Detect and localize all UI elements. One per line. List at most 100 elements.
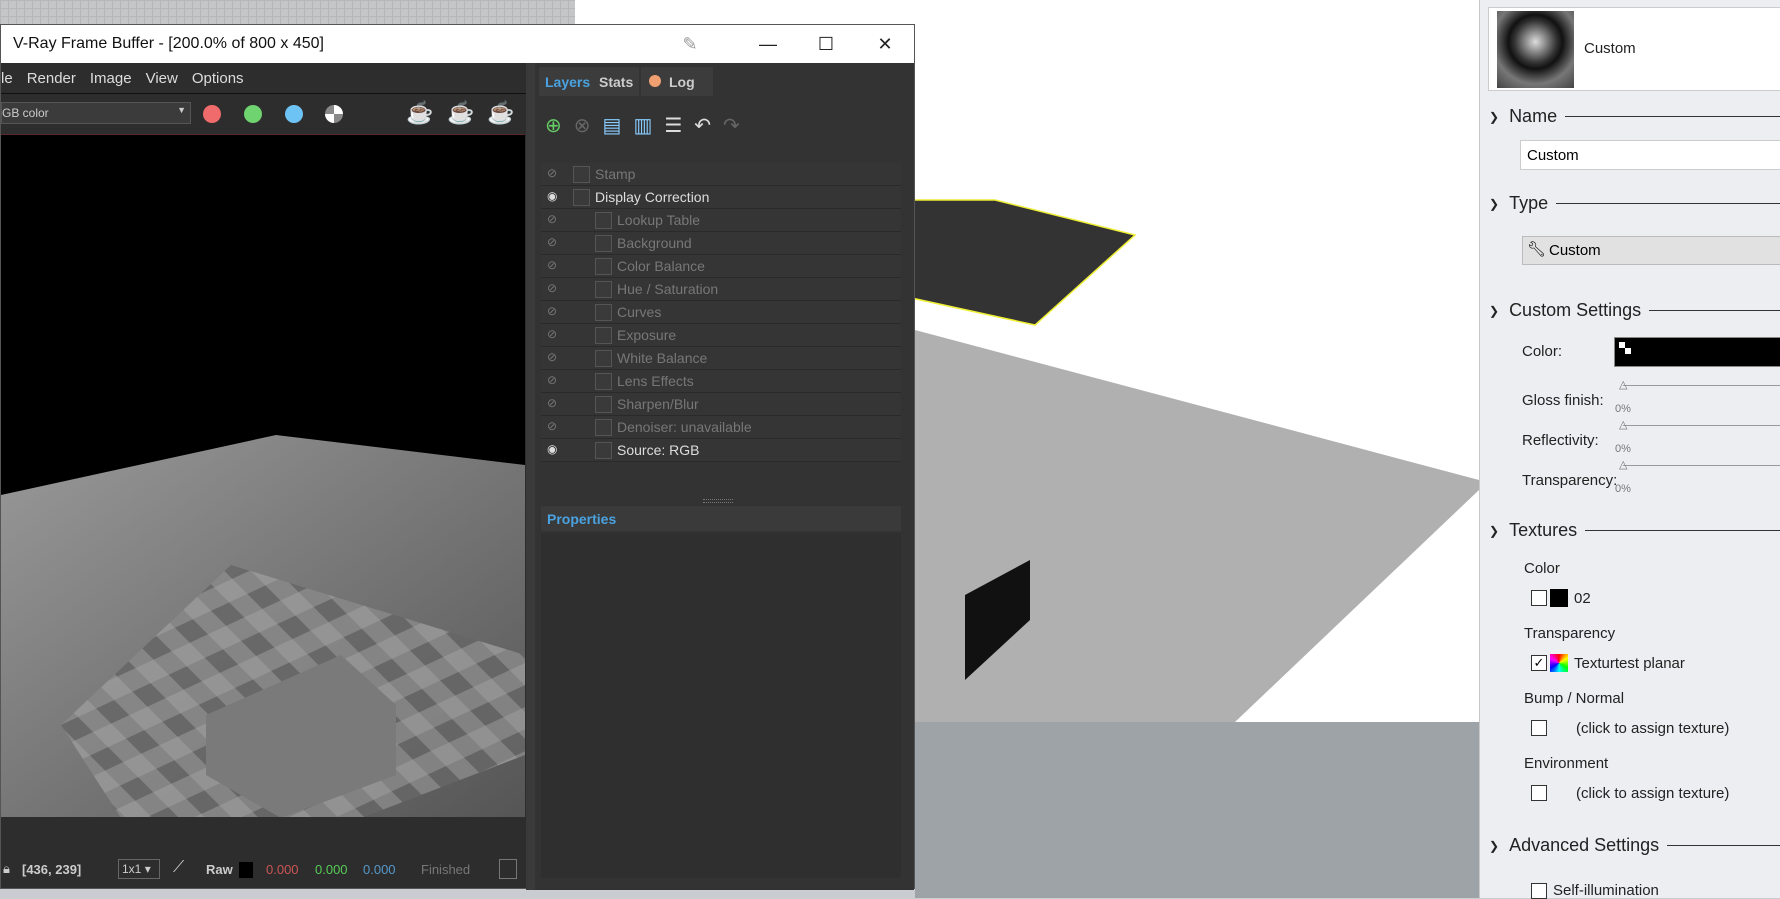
- layer-row[interactable]: ⊘ Background: [541, 232, 901, 255]
- texture-color-name[interactable]: 02: [1574, 590, 1591, 607]
- layer-row[interactable]: ⊘ Stamp: [541, 163, 901, 186]
- layer-row[interactable]: ⊘ Color Balance: [541, 255, 901, 278]
- textures-header[interactable]: ❯ Textures: [1489, 520, 1780, 541]
- stop-render-teapot-icon[interactable]: ☕: [447, 100, 474, 126]
- save-layers-icon[interactable]: ▤: [603, 113, 622, 138]
- advanced-settings-label: Advanced Settings: [1509, 835, 1660, 855]
- layer-row[interactable]: ⊘ Lens Effects: [541, 370, 901, 393]
- channel-select[interactable]: GB color ▼: [1, 102, 191, 124]
- layer-row[interactable]: ⊘ White Balance: [541, 347, 901, 370]
- eye-off-icon[interactable]: ⊘: [547, 396, 557, 410]
- menu-view[interactable]: View: [146, 70, 178, 87]
- eye-off-icon[interactable]: ⊘: [547, 350, 557, 364]
- panel-splitter[interactable]: [526, 63, 535, 890]
- chevron-down-icon: ❯: [1489, 838, 1500, 853]
- green-channel-button[interactable]: [244, 105, 262, 123]
- color-swatch[interactable]: [1614, 337, 1780, 367]
- gloss-label: Gloss finish:: [1522, 392, 1604, 409]
- sampling-select[interactable]: 1x1 ▾: [118, 859, 160, 879]
- layers-splitter-handle[interactable]: [703, 499, 733, 503]
- layer-row[interactable]: ◉ Display Correction: [541, 186, 901, 209]
- eye-off-icon[interactable]: ⊘: [547, 235, 557, 249]
- transparency-slider[interactable]: [1623, 465, 1780, 466]
- bump-assign-link[interactable]: (click to assign texture): [1576, 720, 1729, 737]
- texture-transparency-name[interactable]: Texturtest planar: [1574, 655, 1685, 672]
- environment-assign-link[interactable]: (click to assign texture): [1576, 785, 1729, 802]
- tab-layers[interactable]: Layers: [539, 67, 597, 96]
- eye-off-icon[interactable]: ⊘: [547, 419, 557, 433]
- menu-image[interactable]: Image: [90, 70, 132, 87]
- minimize-button[interactable]: —: [739, 25, 797, 63]
- render-teapot-icon[interactable]: ☕: [406, 100, 433, 126]
- eye-icon[interactable]: ◉: [547, 189, 557, 203]
- self-illumination-checkbox[interactable]: [1531, 883, 1547, 899]
- transparency-label: Transparency:: [1522, 472, 1618, 489]
- layer-row[interactable]: ◉ Source: RGB: [541, 439, 901, 462]
- advanced-settings-header[interactable]: ❯ Advanced Settings: [1489, 835, 1780, 856]
- eye-off-icon[interactable]: ⊘: [547, 281, 557, 295]
- redo-icon[interactable]: ↷: [723, 113, 740, 138]
- layer-type-icon: [595, 304, 612, 321]
- title-bar[interactable]: V-Ray Frame Buffer - [200.0% of 800 x 45…: [1, 25, 914, 63]
- viewport-lower-area: [915, 722, 1479, 898]
- material-type-select[interactable]: 🔧︎ Custom: [1522, 236, 1780, 265]
- load-layers-icon[interactable]: ▥: [633, 113, 652, 138]
- texture-color-swatch[interactable]: [1550, 589, 1568, 607]
- eye-off-icon[interactable]: ⊘: [547, 327, 557, 341]
- gloss-slider[interactable]: [1623, 385, 1780, 386]
- bump-checkbox[interactable]: [1531, 720, 1547, 736]
- close-button[interactable]: ✕: [856, 25, 914, 63]
- curve-icon[interactable]: ⟋: [173, 859, 184, 877]
- render-image[interactable]: [1, 134, 525, 817]
- layer-row[interactable]: ⊘ Exposure: [541, 324, 901, 347]
- layer-label: Lens Effects: [617, 373, 694, 389]
- material-preview-card[interactable]: Custom: [1488, 7, 1780, 91]
- layer-tree: ⊘ Stamp ◉ Display Correction ⊘ Lookup Table ⊘ B…: [541, 163, 901, 462]
- layer-type-icon: [595, 350, 612, 367]
- gloss-slider-thumb[interactable]: △: [1619, 378, 1627, 391]
- maximize-button[interactable]: ☐: [797, 25, 855, 63]
- reflectivity-slider-thumb[interactable]: △: [1619, 418, 1627, 431]
- environment-checkbox[interactable]: [1531, 785, 1547, 801]
- texture-color-checkbox[interactable]: [1531, 590, 1547, 606]
- layer-row[interactable]: ⊘ Hue / Saturation: [541, 278, 901, 301]
- tab-log[interactable]: Log: [641, 67, 713, 96]
- name-section-header[interactable]: ❯ Name: [1489, 106, 1780, 127]
- color-mode[interactable]: Raw: [206, 862, 233, 877]
- render-log-icon[interactable]: [499, 859, 517, 879]
- menu-render[interactable]: Render: [27, 70, 76, 87]
- custom-settings-header[interactable]: ❯ Custom Settings: [1489, 300, 1780, 321]
- layer-row[interactable]: ⊘ Lookup Table: [541, 209, 901, 232]
- layer-type-icon: [595, 212, 612, 229]
- alpha-channel-button[interactable]: [325, 105, 343, 123]
- layer-row[interactable]: ⊘ Sharpen/Blur: [541, 393, 901, 416]
- eye-off-icon[interactable]: ⊘: [547, 166, 557, 180]
- menu-options[interactable]: Options: [192, 70, 244, 87]
- tab-stats[interactable]: Stats: [593, 67, 640, 96]
- lock-icon[interactable]: 🔒︎: [3, 861, 10, 877]
- eye-off-icon[interactable]: ⊘: [547, 258, 557, 272]
- pin-icon[interactable]: ✎: [661, 25, 719, 63]
- add-layer-icon[interactable]: ⊕: [545, 113, 562, 138]
- layer-list-menu-icon[interactable]: ☰: [664, 113, 682, 138]
- layer-row[interactable]: ⊘ Denoiser: unavailable: [541, 416, 901, 439]
- reflectivity-slider[interactable]: [1623, 425, 1780, 426]
- delete-layer-icon[interactable]: ⊗: [574, 113, 591, 138]
- transparency-slider-thumb[interactable]: △: [1619, 458, 1627, 471]
- material-name-input[interactable]: [1520, 140, 1780, 170]
- menu-file[interactable]: le: [1, 70, 13, 87]
- texture-transparency-checkbox[interactable]: ✓: [1531, 655, 1547, 671]
- type-section-header[interactable]: ❯ Type: [1489, 193, 1780, 214]
- layer-row[interactable]: ⊘ Curves: [541, 301, 901, 324]
- red-channel-button[interactable]: [203, 105, 221, 123]
- blue-channel-button[interactable]: [285, 105, 303, 123]
- eye-off-icon[interactable]: ⊘: [547, 212, 557, 226]
- eye-off-icon[interactable]: ⊘: [547, 373, 557, 387]
- properties-area: [541, 533, 901, 878]
- name-header-label: Name: [1509, 106, 1558, 126]
- eye-icon[interactable]: ◉: [547, 442, 557, 456]
- interactive-render-teapot-icon[interactable]: ☕: [487, 100, 514, 126]
- texture-transparency-label: Transparency: [1524, 625, 1616, 642]
- eye-off-icon[interactable]: ⊘: [547, 304, 557, 318]
- undo-icon[interactable]: ↶: [694, 113, 711, 138]
